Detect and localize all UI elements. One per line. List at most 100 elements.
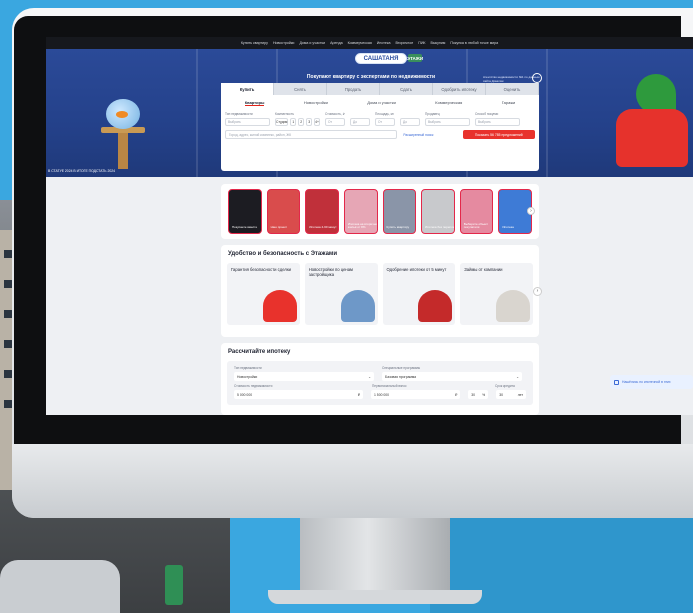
deal-tab[interactable]: Купить xyxy=(221,83,274,95)
chevron-down-icon: ⌄ xyxy=(368,374,371,379)
room-option[interactable]: 1 xyxy=(290,118,297,126)
site-logo[interactable]: САШАТАНЯ xyxy=(355,53,407,64)
story-card[interactable]: Ипотека без переплат xyxy=(421,189,455,234)
percent-sign: % xyxy=(482,392,486,397)
currency-sign: ₽ xyxy=(357,392,360,397)
property-type-tab[interactable]: Квартиры xyxy=(244,100,265,106)
decor-armchair xyxy=(616,109,688,167)
address-input[interactable]: Город, адрес, жилой комплекс, район, ЖК xyxy=(225,130,398,139)
story-card[interactable]: Покупаете вместе xyxy=(228,189,262,234)
feature-label: Займы от компании xyxy=(464,267,503,272)
purchase-method-select[interactable]: Выбрать xyxy=(475,118,520,126)
feature-label: Одобрение ипотеки от 5 минут xyxy=(386,267,447,272)
room-option[interactable]: 3 xyxy=(306,118,313,126)
feature-illustration xyxy=(340,290,375,322)
mortgage-type-select[interactable]: Новостройки ⌄ xyxy=(234,372,374,381)
hero-title: Покупают квартиру с экспертами по недвиж… xyxy=(306,74,436,80)
side-chip-text: Нашёлись по ипотечной в этих xyxy=(622,380,671,384)
filter-label: Площадь, м² xyxy=(375,112,394,116)
area-from-input[interactable]: От xyxy=(375,118,395,126)
story-label: Выберите объект покупателя xyxy=(463,221,488,230)
room-option[interactable]: 4+ xyxy=(314,118,321,126)
down-payment-input[interactable]: 1 500 000 ₽ xyxy=(370,390,461,399)
filter-labels: Тип недвижимости Комнатность Стоимость, ₽ П… xyxy=(225,112,535,116)
topnav-item[interactable]: Купить квартиру xyxy=(241,41,268,45)
property-type-tab[interactable]: Дома и участки xyxy=(367,100,396,106)
message-icon xyxy=(614,379,619,385)
deal-tab[interactable]: Сдать xyxy=(380,83,433,95)
label-special-program: Специальные программы xyxy=(382,366,421,370)
deal-tab[interactable]: Продать xyxy=(327,83,380,95)
room-option[interactable]: 2 xyxy=(298,118,305,126)
story-card[interactable]: Ипотека 4-60 минут xyxy=(305,189,339,234)
down-payment-value: 1 500 000 xyxy=(373,392,390,397)
topnav-item[interactable]: Вторичное xyxy=(396,41,414,45)
feature-illustration xyxy=(496,290,530,322)
topnav-item[interactable]: Выкупим xyxy=(431,41,446,45)
advanced-search-link[interactable]: Расширенный поиск xyxy=(403,133,456,137)
feature-card[interactable]: Новостройки по ценам застройщика xyxy=(304,263,378,325)
term-input[interactable]: 30 лет xyxy=(496,390,526,399)
story-card[interactable]: Ипотека на вторичное жильё от 8% xyxy=(343,189,378,234)
deal-tabs: Купить Снять Продать Сдать Одобрить ипотеку О… xyxy=(221,83,539,95)
story-label: Купить квартиру xyxy=(386,225,410,230)
story-card[interactable]: Выберите объект покупателя xyxy=(459,189,494,234)
label-term: Срок кредита xyxy=(495,384,515,388)
down-percent-input[interactable]: 30 % xyxy=(468,390,489,399)
topnav-item[interactable]: Аренда xyxy=(330,41,342,45)
monitor-chin xyxy=(12,444,693,518)
logo-badge: ЭТАЖИ xyxy=(406,54,424,62)
feature-card[interactable]: Гарантия безопасности сделки xyxy=(227,263,300,325)
price-from-input[interactable]: От xyxy=(325,118,345,126)
hero-banner: САШАТАНЯ ЭТАЖИ Покупают квартиру с экспе… xyxy=(46,49,693,177)
story-card[interactable]: Купить квартиру xyxy=(382,189,417,234)
property-type-tab[interactable]: Гаражи xyxy=(502,100,516,106)
topnav-item[interactable]: Дома и участки xyxy=(299,41,325,45)
program-value: Базовая программа xyxy=(385,374,417,379)
story-label: Наш проект xyxy=(270,225,288,230)
topnav-item[interactable]: Покупка в любой точке мира xyxy=(450,41,498,45)
side-notification-chip[interactable]: Нашёлись по ипотечной в этих xyxy=(610,375,693,389)
decor-plant xyxy=(636,74,676,114)
deal-tab[interactable]: Снять xyxy=(274,83,327,95)
stories-row: Покупаете вместе Наш проект Ипотека 4-60 м… xyxy=(221,184,539,239)
decor-table-leg xyxy=(118,133,128,169)
feature-card[interactable]: Займы от компании xyxy=(460,263,533,325)
price-input[interactable]: 5 000 000 ₽ xyxy=(234,390,363,399)
story-label: Ипотека без переплат xyxy=(425,225,455,230)
topnav-item[interactable]: ПИК xyxy=(418,41,425,45)
award-icon xyxy=(532,73,542,83)
label-price: Стоимость недвижимости xyxy=(234,384,273,388)
label-property-type: Тип недвижимости xyxy=(234,366,262,370)
story-card[interactable]: Наш проект xyxy=(266,189,301,234)
chevron-right-icon[interactable]: › xyxy=(527,207,535,215)
story-label: Ипотека 4-60 минут xyxy=(309,225,337,230)
seller-select[interactable]: Выбрать xyxy=(425,118,470,126)
feature-card[interactable]: Одобрение ипотеки от 5 минут xyxy=(382,263,456,325)
filter-label: Продавец xyxy=(425,112,440,116)
show-results-button[interactable]: Показать 56 785 предложений xyxy=(462,130,535,139)
topnav-item[interactable]: Ипотека xyxy=(377,41,391,45)
filter-label: Комнатность xyxy=(275,112,294,116)
price-to-input[interactable]: До xyxy=(350,118,370,126)
topnav-item[interactable]: Новостройки xyxy=(273,41,295,45)
chevron-down-icon: ⌄ xyxy=(516,374,519,379)
label-down-payment: Первоначальный взнос xyxy=(372,384,407,388)
deal-tab[interactable]: Одобрить ипотеку xyxy=(433,83,486,95)
program-select[interactable]: Базовая программа ⌄ xyxy=(382,372,522,381)
feature-illustration xyxy=(262,290,297,322)
topnav-item[interactable]: Коммерческая xyxy=(348,41,372,45)
chevron-right-icon[interactable]: › xyxy=(533,287,542,296)
area-to-input[interactable]: До xyxy=(400,118,420,126)
mortgage-type-value: Новостройки xyxy=(237,374,258,379)
property-type-select[interactable]: Выбрать xyxy=(225,118,270,126)
deal-tab[interactable]: Оценить xyxy=(486,83,539,95)
property-type-tab[interactable]: Коммерческая xyxy=(435,100,462,106)
property-type-tab[interactable]: Новостройки xyxy=(304,100,328,106)
property-type-tabs: Квартиры Новостройки Дома и участки Коммерч… xyxy=(225,98,535,110)
feature-label: Новостройки по ценам застройщика xyxy=(308,267,353,277)
room-option[interactable]: Студия xyxy=(275,118,289,126)
story-label: Покупаете вместе xyxy=(232,225,258,230)
filter-label: Тип недвижимости xyxy=(225,112,253,116)
feature-illustration xyxy=(418,290,453,322)
